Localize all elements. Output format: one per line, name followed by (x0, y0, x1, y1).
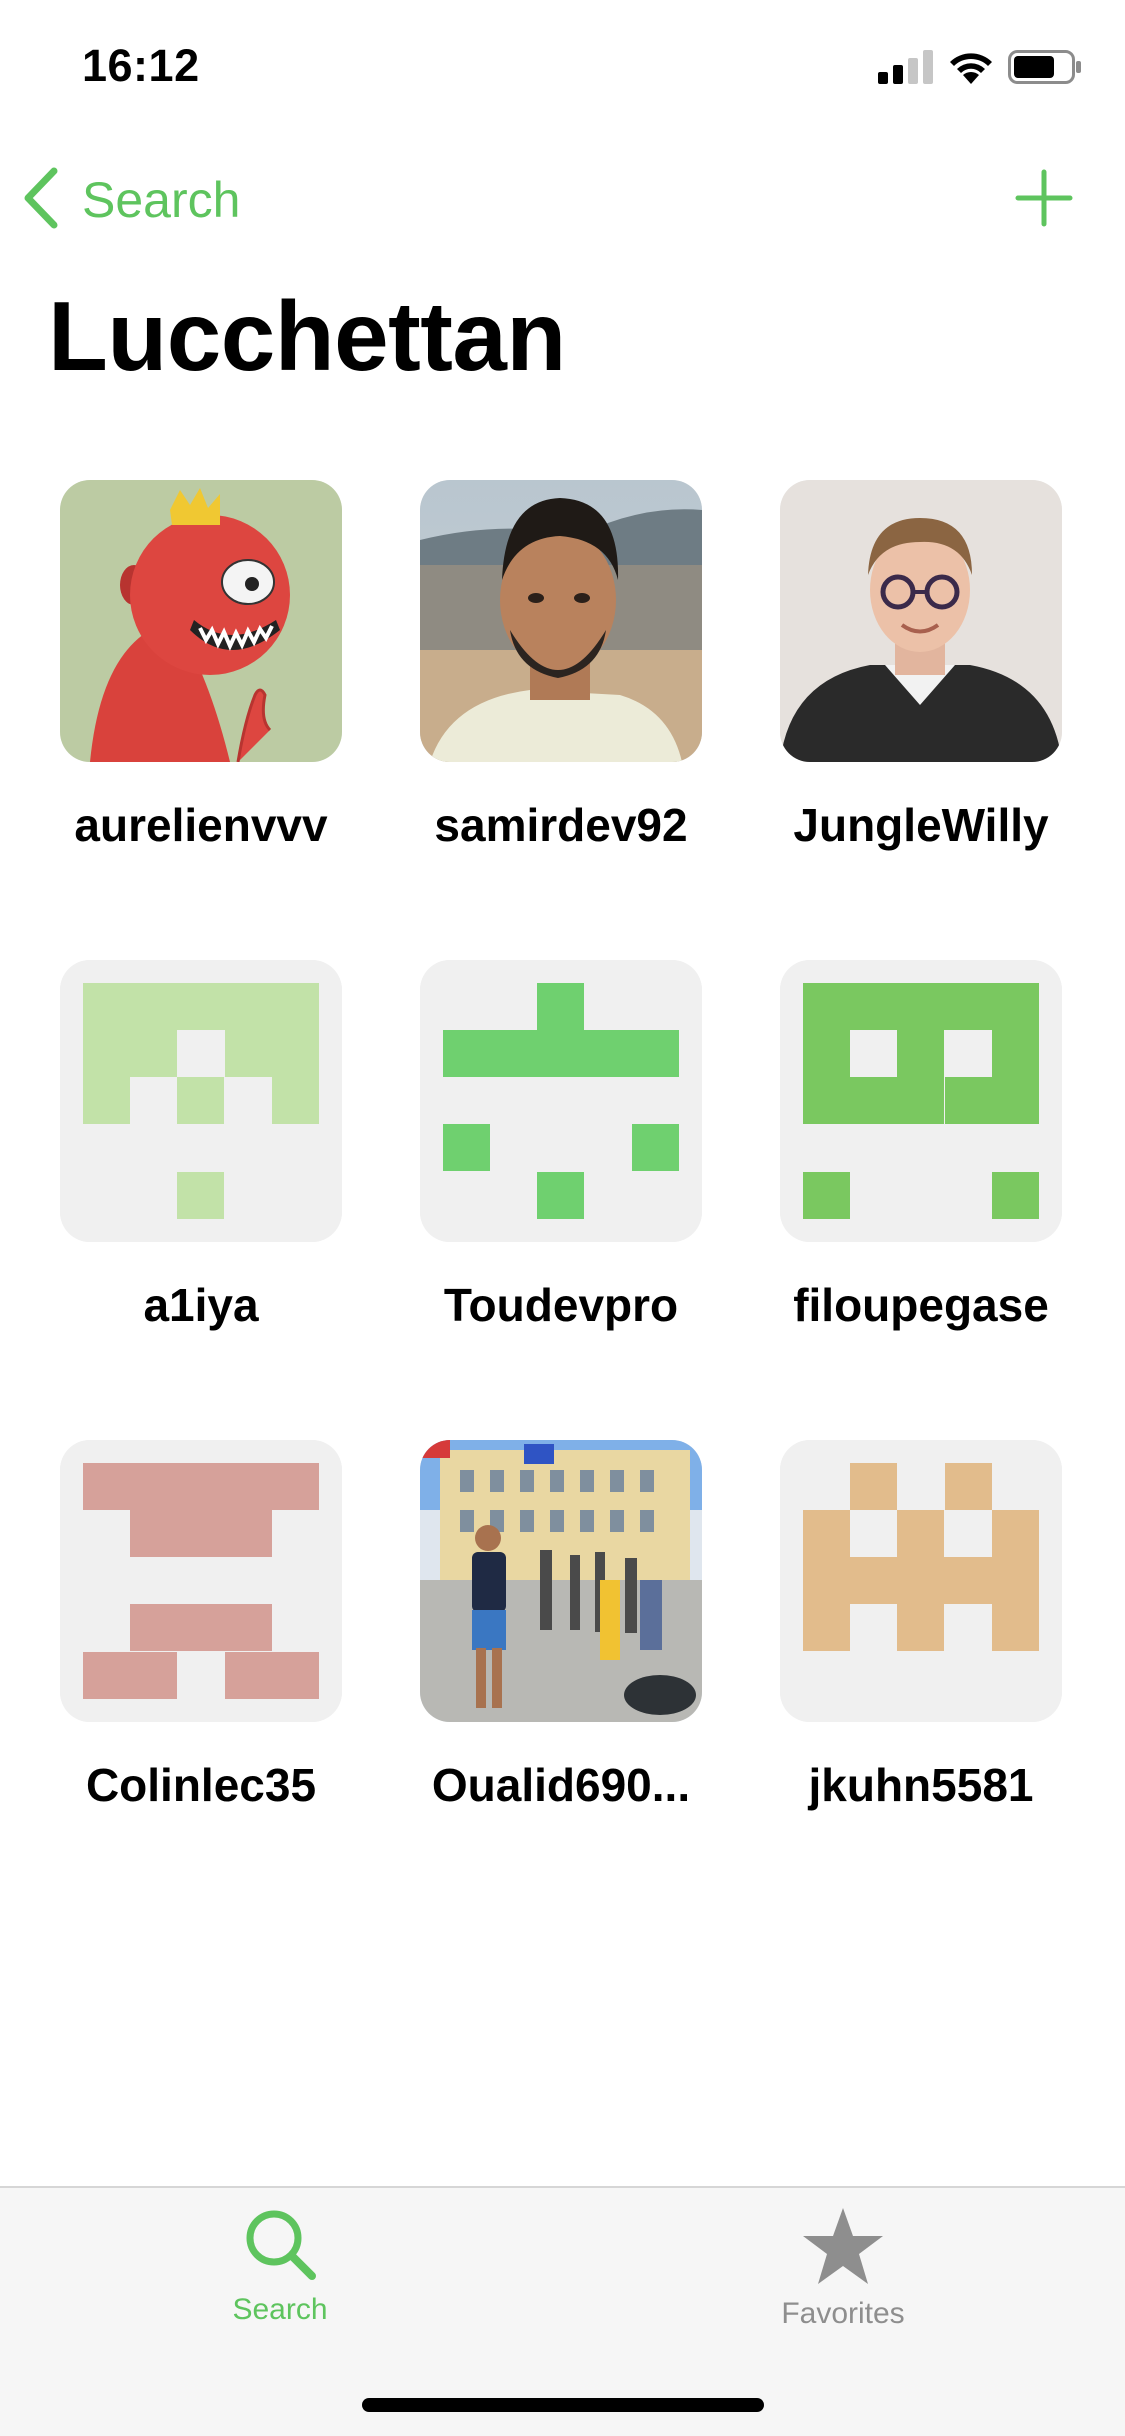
identicon-avatar (780, 960, 1062, 1242)
status-time: 16:12 (82, 40, 200, 91)
user-cell[interactable]: JungleWilly (760, 480, 1080, 900)
user-avatar (780, 1440, 1062, 1722)
wifi-icon (946, 48, 996, 89)
cartoon-monster-avatar (60, 480, 342, 762)
username: filoupegase (793, 1279, 1049, 1331)
page-title: Lucchettan (48, 281, 566, 391)
user-list-screen: 16:12 Search Lucchettan aurelienvvv sami… (0, 0, 1125, 2436)
back-button-label: Search (82, 172, 241, 228)
username: Oualid690... (431, 1759, 691, 1811)
user-avatar (780, 480, 1062, 762)
user-cell[interactable]: jkuhn5581 (760, 1440, 1080, 1860)
back-button[interactable]: Search (22, 165, 240, 235)
username: a1iya (143, 1279, 259, 1331)
user-cell[interactable]: Oualid690... (400, 1440, 720, 1860)
user-cell[interactable]: Colinlec35 (40, 1440, 360, 1860)
battery-icon (1008, 50, 1082, 89)
cellular-signal-icon (878, 50, 934, 89)
username: Colinlec35 (85, 1759, 317, 1811)
star-icon (801, 2208, 885, 2290)
identicon-avatar (60, 1440, 342, 1722)
user-avatar (420, 1440, 702, 1722)
username: aurelienvvv (74, 799, 328, 851)
portrait-photo-avatar (420, 480, 702, 762)
tab-favorites[interactable]: Favorites (693, 2206, 993, 2346)
user-cell[interactable]: a1iya (40, 960, 360, 1380)
plus-icon (1014, 169, 1074, 232)
user-avatar (60, 960, 342, 1242)
portrait-photo-avatar (780, 480, 1062, 762)
identicon-avatar (420, 960, 702, 1242)
identicon-avatar (60, 960, 342, 1242)
user-cell[interactable]: Toudevpro (400, 960, 720, 1380)
tab-search-label: Search (232, 2293, 328, 2326)
username: samirdev92 (434, 799, 688, 851)
user-cell[interactable]: samirdev92 (400, 480, 720, 900)
tab-search[interactable]: Search (130, 2206, 430, 2346)
tab-favorites-label: Favorites (781, 2297, 905, 2330)
user-avatar (420, 480, 702, 762)
user-avatar (780, 960, 1062, 1242)
user-avatar (60, 480, 342, 762)
user-cell[interactable]: aurelienvvv (40, 480, 360, 900)
username: Toudevpro (443, 1279, 679, 1331)
street-photo-avatar (420, 1440, 702, 1722)
chevron-left-icon (22, 167, 62, 234)
user-avatar (60, 1440, 342, 1722)
username: jkuhn5581 (808, 1759, 1034, 1811)
user-avatar (420, 960, 702, 1242)
username: JungleWilly (793, 799, 1049, 851)
identicon-avatar (780, 1440, 1062, 1722)
user-cell[interactable]: filoupegase (760, 960, 1080, 1380)
search-icon (242, 2210, 318, 2286)
home-indicator (362, 2398, 764, 2412)
status-bar: 16:12 (0, 0, 1125, 135)
add-button[interactable] (1014, 168, 1074, 228)
